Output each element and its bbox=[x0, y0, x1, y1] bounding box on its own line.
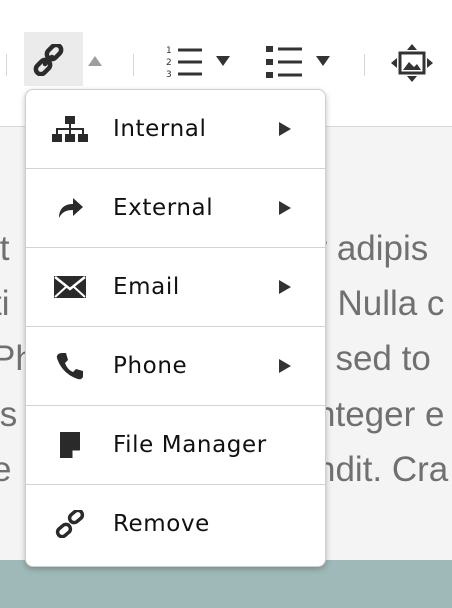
phone-icon bbox=[52, 350, 88, 382]
menu-item-remove[interactable]: Remove bbox=[26, 485, 325, 564]
chevron-right-icon bbox=[279, 280, 291, 294]
menu-item-internal[interactable]: Internal bbox=[26, 90, 325, 169]
sitemap-icon bbox=[52, 113, 88, 145]
file-icon bbox=[52, 429, 88, 461]
content-line: ndit. Cra bbox=[316, 450, 449, 489]
content-line: ti bbox=[0, 284, 10, 323]
menu-item-external[interactable]: External bbox=[26, 169, 325, 248]
menu-item-label: Internal bbox=[113, 116, 207, 142]
menu-item-label: Phone bbox=[113, 353, 188, 379]
ordered-list-icon: 1 2 3 bbox=[166, 46, 202, 80]
footer-bar bbox=[0, 560, 452, 608]
unlink-icon bbox=[52, 508, 88, 540]
svg-text:1: 1 bbox=[166, 46, 172, 56]
content-line: is bbox=[0, 395, 18, 434]
share-arrow-icon bbox=[52, 192, 88, 224]
ordered-list-button[interactable]: 1 2 3 bbox=[164, 44, 204, 80]
media-button[interactable] bbox=[389, 42, 435, 84]
toolbar-separator bbox=[364, 54, 365, 76]
content-line: t sed to bbox=[316, 339, 431, 378]
svg-text:2: 2 bbox=[166, 58, 172, 68]
image-move-icon bbox=[391, 44, 433, 82]
menu-item-file-manager[interactable]: File Manager bbox=[26, 406, 325, 485]
toolbar-separator bbox=[133, 54, 134, 76]
content-line: nteger e bbox=[316, 395, 445, 434]
link-dropdown-menu: Internal External Email Phone File Manag… bbox=[25, 89, 326, 567]
menu-item-label: External bbox=[113, 195, 214, 221]
menu-item-label: File Manager bbox=[113, 432, 267, 458]
link-icon bbox=[33, 44, 64, 76]
toolbar-separator bbox=[6, 54, 7, 76]
menu-item-label: Email bbox=[113, 274, 180, 300]
menu-item-phone[interactable]: Phone bbox=[26, 327, 325, 406]
content-line: e bbox=[0, 450, 12, 489]
caret-down-icon[interactable] bbox=[316, 56, 330, 66]
svg-text:3: 3 bbox=[166, 70, 172, 80]
chevron-right-icon bbox=[279, 201, 291, 215]
content-line: . Nulla c bbox=[318, 284, 445, 323]
caret-down-icon[interactable] bbox=[216, 56, 230, 66]
caret-up-icon[interactable] bbox=[88, 56, 102, 66]
content-line: it bbox=[0, 229, 10, 268]
menu-item-email[interactable]: Email bbox=[26, 248, 325, 327]
envelope-icon bbox=[52, 271, 88, 303]
chevron-right-icon bbox=[279, 359, 291, 373]
unordered-list-button[interactable] bbox=[264, 44, 304, 80]
link-button[interactable] bbox=[24, 32, 83, 86]
chevron-right-icon bbox=[279, 122, 291, 136]
menu-item-label: Remove bbox=[113, 511, 210, 537]
unordered-list-icon bbox=[266, 46, 302, 78]
